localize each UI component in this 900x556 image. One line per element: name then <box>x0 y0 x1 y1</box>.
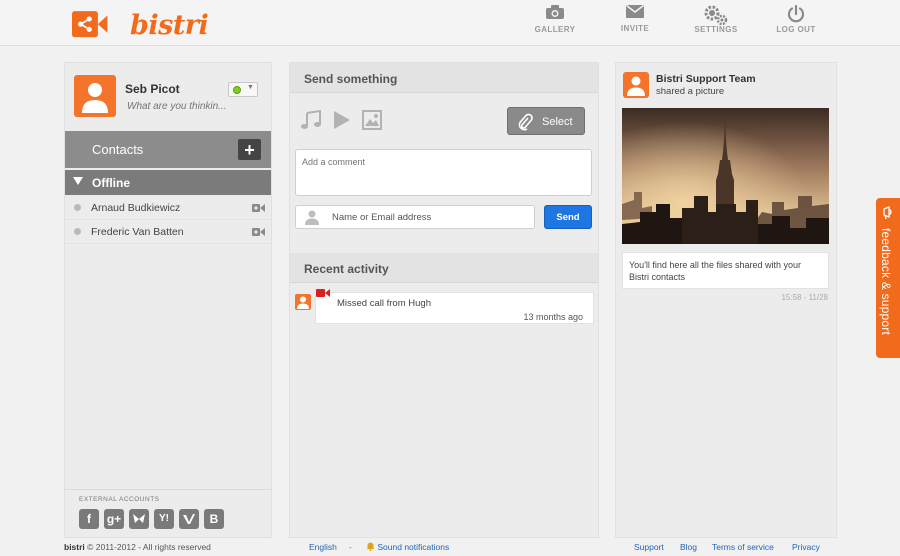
offline-group-title: Offline <box>92 176 130 190</box>
user-silhouette-icon <box>82 83 108 113</box>
support-avatar[interactable] <box>623 72 649 98</box>
sound-notifications-link[interactable]: Sound notifications <box>366 542 449 552</box>
online-status-icon <box>233 86 241 94</box>
sound-notifications-label: Sound notifications <box>377 542 450 552</box>
select-button-label: Select <box>542 116 573 128</box>
yahoo-icon[interactable]: Y! <box>154 509 174 529</box>
feed-timestamp: 15:58 - 11/28 <box>781 293 828 302</box>
feedback-label: feedback & support <box>879 228 893 336</box>
bistri-logo-icon <box>72 11 108 38</box>
recipient-input[interactable] <box>332 212 522 223</box>
copyright: bistri © 2011-2012 - All rights reserved <box>64 542 211 552</box>
contact-row[interactable]: Frederic Van Batten <box>65 220 271 244</box>
send-something-title: Send something <box>304 72 398 86</box>
envelope-icon <box>626 5 644 18</box>
nav-logout-label: LOG OUT <box>776 25 816 34</box>
video-call-icon[interactable] <box>252 203 265 213</box>
nav-gallery-label: GALLERY <box>534 25 576 34</box>
activity-avatar[interactable] <box>295 294 311 310</box>
footer-link-blog[interactable]: Blog <box>680 542 697 552</box>
facebook-icon[interactable]: f <box>79 509 99 529</box>
offline-status-icon <box>74 228 81 235</box>
footer-brand: bistri <box>64 542 85 552</box>
feed-panel: Bistri Support Team shared a picture You… <box>615 62 837 538</box>
feed-caption: You'll find here all the files shared wi… <box>622 252 829 289</box>
profile-section: Seb Picot ▼ <box>65 63 271 131</box>
user-silhouette-icon <box>297 296 309 309</box>
missed-call-icon <box>316 289 330 297</box>
avatar[interactable] <box>74 75 116 117</box>
feedback-support-tab[interactable]: feedback & support <box>876 198 900 358</box>
language-link[interactable]: English <box>309 542 337 552</box>
bistri-b-icon[interactable]: B <box>204 509 224 529</box>
external-accounts-title: EXTERNAL ACCOUNTS <box>79 496 160 503</box>
person-icon <box>305 210 319 225</box>
nav-gallery[interactable]: GALLERY <box>520 5 590 43</box>
feed-action: shared a picture <box>656 86 725 97</box>
activity-item[interactable]: Missed call from Hugh 13 months ago <box>315 289 594 324</box>
play-video-icon[interactable] <box>333 110 351 130</box>
recent-activity-title: Recent activity <box>304 262 389 276</box>
offline-group-header[interactable]: Offline <box>65 170 271 195</box>
image-icon[interactable] <box>362 110 382 130</box>
profile-name: Seb Picot <box>125 82 180 96</box>
nav-settings-label: SETTINGS <box>694 25 738 34</box>
shared-picture-image[interactable] <box>622 108 829 244</box>
copyright-text: © 2011-2012 - All rights reserved <box>87 542 211 552</box>
presence-dropdown[interactable]: ▼ <box>228 82 258 97</box>
footer-link-terms[interactable]: Terms of service <box>712 542 774 552</box>
recent-activity-header: Recent activity <box>290 253 598 283</box>
collapse-triangle-icon <box>73 177 83 185</box>
bell-icon <box>367 542 374 551</box>
google-plus-icon[interactable]: g+ <box>104 509 124 529</box>
add-contact-button[interactable]: + <box>238 139 261 160</box>
user-silhouette-icon <box>627 76 645 96</box>
activity-time: 13 months ago <box>523 312 583 322</box>
paperclip-icon <box>518 113 533 131</box>
top-header: bistri GALLERY INVITE SETTINGS LOG OUT <box>0 0 900 46</box>
nav-invite[interactable]: INVITE <box>600 5 670 43</box>
vimeo-v-icon <box>183 514 195 524</box>
offline-status-icon <box>74 204 81 211</box>
vimeo-icon[interactable] <box>179 509 199 529</box>
comment-input[interactable] <box>295 149 592 196</box>
power-icon <box>787 5 805 23</box>
nav-logout[interactable]: LOG OUT <box>761 5 831 43</box>
footer-link-privacy[interactable]: Privacy <box>792 542 820 552</box>
caret-down-icon: ▼ <box>247 84 254 91</box>
page-footer: bistri © 2011-2012 - All rights reserved… <box>0 538 900 556</box>
footer-link-support[interactable]: Support <box>634 542 664 552</box>
external-accounts: EXTERNAL ACCOUNTS f g+ Y! B <box>65 489 271 537</box>
contact-name: Frederic Van Batten <box>91 226 184 238</box>
logo-wordmark: bistri <box>130 10 209 41</box>
bistri-logo[interactable]: bistri <box>72 8 212 42</box>
status-input[interactable] <box>127 101 237 112</box>
music-note-icon[interactable] <box>300 110 322 130</box>
gears-icon <box>704 5 728 25</box>
send-button[interactable]: Send <box>544 205 592 229</box>
contacts-panel: Seb Picot ▼ Contacts + Offline Arnaud Bu… <box>64 62 272 538</box>
camera-icon <box>546 5 564 19</box>
select-file-button[interactable]: Select <box>507 107 585 135</box>
video-call-icon[interactable] <box>252 227 265 237</box>
contacts-title: Contacts <box>92 142 144 157</box>
contact-row[interactable]: Arnaud Budkiewicz <box>65 196 271 220</box>
nav-invite-label: INVITE <box>620 24 650 33</box>
feed-author: Bistri Support Team <box>656 73 756 85</box>
contact-name: Arnaud Budkiewicz <box>91 202 181 214</box>
footer-separator: - <box>349 542 352 552</box>
windows-live-icon[interactable] <box>129 509 149 529</box>
contacts-header: Contacts + <box>65 131 271 168</box>
main-panel: Send something Select Send Recent activi… <box>289 62 599 538</box>
recipient-field[interactable] <box>295 205 535 229</box>
send-something-header: Send something <box>290 63 598 93</box>
activity-text: Missed call from Hugh <box>337 298 431 309</box>
megaphone-icon <box>883 206 892 220</box>
butterfly-icon <box>133 514 145 523</box>
nav-settings[interactable]: SETTINGS <box>681 5 751 43</box>
